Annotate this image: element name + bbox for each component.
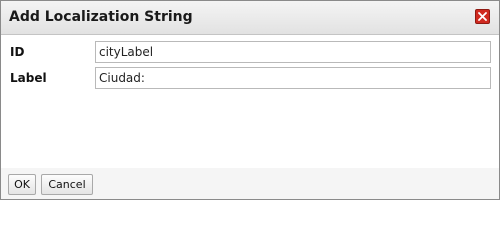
- label-input[interactable]: [95, 67, 491, 89]
- dialog-titlebar[interactable]: Add Localization String: [1, 1, 499, 35]
- close-icon: [478, 12, 487, 21]
- id-input[interactable]: [95, 41, 491, 63]
- label-label: Label: [10, 71, 47, 85]
- dialog-title: Add Localization String: [9, 9, 193, 25]
- ok-button[interactable]: OK: [8, 174, 36, 195]
- close-button[interactable]: [475, 9, 490, 24]
- cancel-button[interactable]: Cancel: [41, 174, 93, 195]
- id-label: ID: [10, 45, 25, 59]
- add-localization-string-dialog: Add Localization String ID Label OK Canc…: [0, 0, 500, 200]
